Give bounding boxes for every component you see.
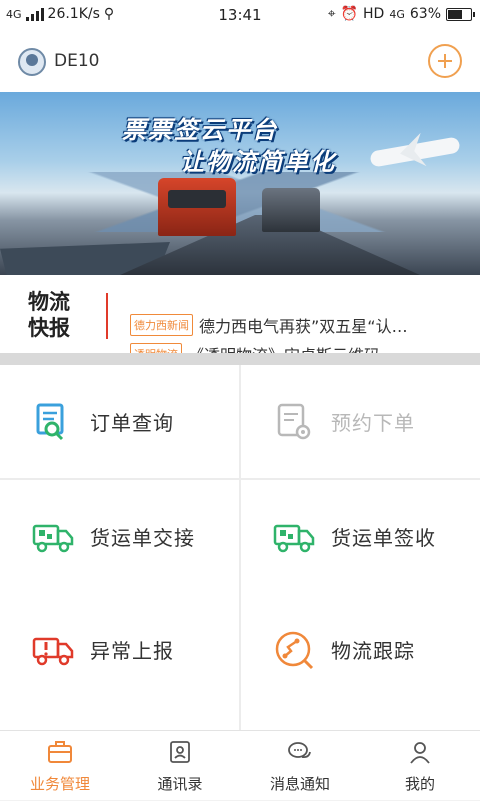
tab-label: 我的 [404, 775, 435, 793]
chat-icon [288, 742, 311, 759]
truck-handover-button[interactable]: 货运单交接 [0, 480, 239, 593]
truck-signoff-label: 货运单签收 [331, 526, 436, 550]
banner-truck-grey [262, 188, 320, 232]
network-type-2: 4G [389, 7, 405, 21]
location-icon: ⌖ [327, 6, 336, 22]
battery-percent: 63% [409, 6, 441, 22]
status-bar: 4G 26.1K/s ⚲ 13:41 ⌖ ⏰ HD 4G 63% [0, 0, 480, 32]
battery-icon [446, 7, 475, 21]
banner-plane [369, 136, 461, 168]
bottom-tab-bar: 业务管理 通讯录 消息通知 我的 [0, 730, 480, 800]
promo-banner[interactable]: 票票签云平台 让物流简单化 [0, 92, 480, 275]
news-text: 《透明物流》宋卓斯云维码 [188, 342, 380, 353]
truck-signoff-button[interactable]: 货运单签收 [241, 480, 480, 593]
add-button[interactable] [428, 44, 462, 78]
news-tag: 透明物流 [130, 343, 182, 353]
briefcase-icon [48, 741, 72, 763]
alarm-icon: ⏰ [340, 6, 359, 22]
banner-title-line1: 票票签云平台 [122, 116, 278, 144]
function-grid: 订单查询 预约下单 货运单交接 货运单签收 异常上报 物流跟踪 [0, 365, 480, 730]
tab-label: 消息通知 [269, 775, 330, 793]
news-text: 德力西电气再获”双五星“认… [199, 317, 408, 336]
news-item[interactable]: 德力西新闻 德力西电气再获”双五星“认… [130, 314, 408, 336]
news-label: 物流 快报 [28, 289, 84, 341]
tracking-label: 物流跟踪 [331, 639, 415, 663]
tab-label: 通讯录 [157, 775, 203, 793]
news-label-line2: 快报 [28, 316, 70, 340]
banner-title-line2: 让物流简单化 [180, 148, 336, 176]
truck-signoff-icon [273, 524, 315, 552]
exception-report-label: 异常上报 [90, 639, 174, 663]
truck-handover-icon [32, 524, 74, 552]
order-search-icon [36, 403, 64, 440]
news-item[interactable]: 透明物流 《透明物流》宋卓斯云维码 [130, 343, 380, 353]
tab-me[interactable]: 我的 [360, 731, 480, 801]
tab-contacts[interactable]: 通讯录 [120, 731, 240, 801]
reserve-order-button[interactable]: 预约下单 [241, 365, 480, 478]
truck-handover-label: 货运单交接 [90, 526, 195, 550]
tab-label: 业务管理 [29, 775, 90, 793]
hd-label: HD [363, 6, 385, 22]
tab-messages[interactable]: 消息通知 [240, 731, 360, 801]
contacts-icon [170, 741, 190, 763]
avatar[interactable] [18, 48, 46, 76]
order-search-button[interactable]: 订单查询 [0, 365, 239, 478]
news-ticker[interactable]: 物流 快报 德力西新闻 德力西电气再获”双五星“认… 透明物流 《透明物流》宋卓… [0, 275, 480, 353]
exception-report-button[interactable]: 异常上报 [0, 593, 239, 706]
tracking-icon [275, 631, 314, 669]
page-title: DE10 [54, 51, 100, 71]
exception-report-icon [32, 637, 74, 665]
banner-truck-red [158, 178, 236, 236]
reserve-order-icon [277, 403, 311, 439]
tracking-button[interactable]: 物流跟踪 [241, 593, 480, 706]
app-header: DE10 [0, 32, 480, 92]
reserve-order-label: 预约下单 [331, 411, 415, 435]
order-search-label: 订单查询 [90, 411, 174, 435]
news-tag: 德力西新闻 [130, 314, 193, 336]
section-divider [0, 353, 480, 365]
news-divider [106, 293, 108, 339]
tab-business[interactable]: 业务管理 [0, 731, 120, 801]
news-label-line1: 物流 [28, 290, 70, 314]
status-right: ⌖ ⏰ HD 4G 63% [327, 6, 475, 22]
person-icon [410, 742, 430, 764]
